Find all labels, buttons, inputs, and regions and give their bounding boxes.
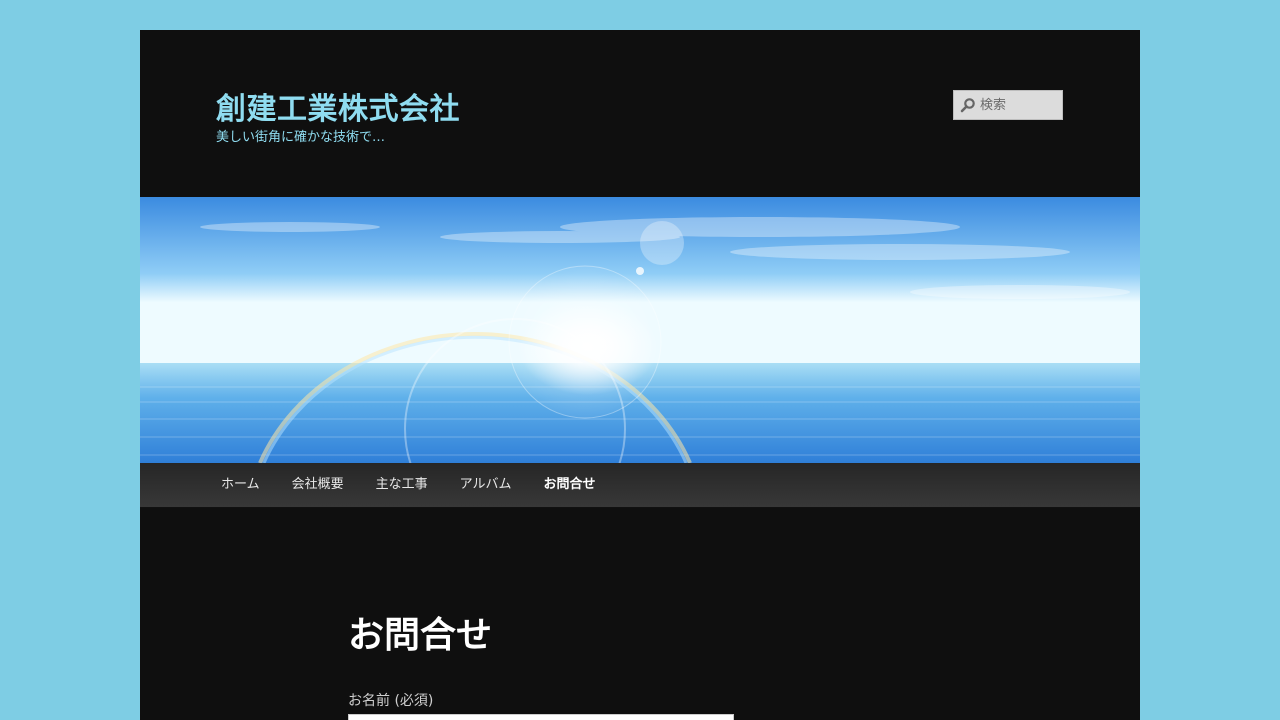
header-banner-image — [140, 197, 1140, 463]
search-icon — [960, 98, 975, 113]
nav-item-works[interactable]: 主な工事 — [360, 463, 444, 507]
site-description: 美しい街角に確かな技術で… — [216, 130, 386, 145]
name-field-label: お名前 (必須) — [348, 693, 434, 709]
nav-item-company[interactable]: 会社概要 — [276, 463, 360, 507]
nav-item-contact[interactable]: お問合せ — [528, 463, 612, 507]
name-field[interactable] — [348, 714, 734, 720]
nav-item-album[interactable]: アルバム — [444, 463, 528, 507]
page-container: 創建工業株式会社 美しい街角に確かな技術で… 検索 ホーム 会社概要 主な工事 … — [140, 30, 1140, 720]
search-form — [953, 90, 1063, 120]
search-input[interactable] — [980, 91, 1060, 119]
nav-item-home[interactable]: ホーム — [205, 463, 276, 507]
main-navigation: ホーム 会社概要 主な工事 アルバム お問合せ — [140, 463, 1140, 508]
site-title[interactable]: 創建工業株式会社 — [216, 84, 460, 128]
page-title: お問合せ — [348, 615, 493, 656]
